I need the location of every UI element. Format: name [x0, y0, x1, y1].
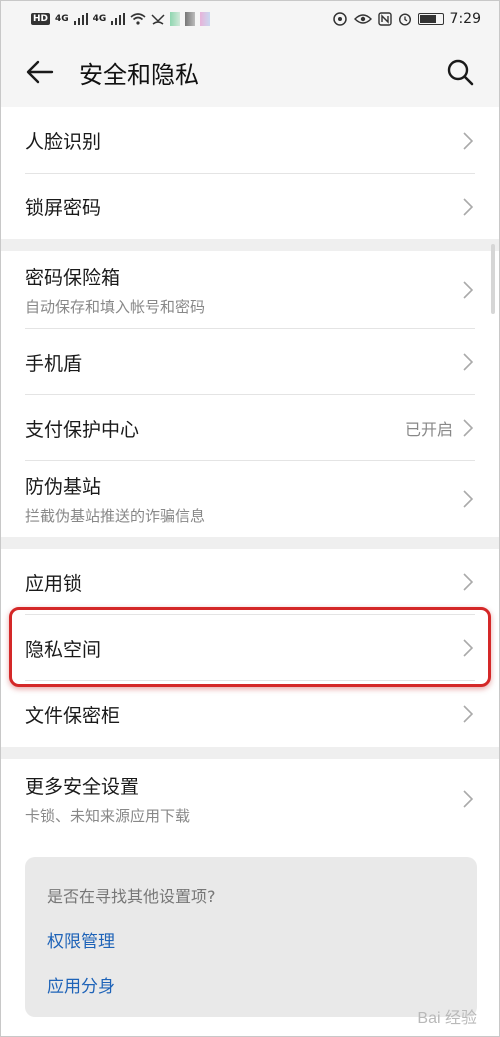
row-file-safe[interactable]: 文件保密柜 — [1, 681, 499, 747]
blurred-notification-icon-3 — [200, 12, 211, 26]
missed-call-icon — [151, 14, 165, 25]
eye-comfort-icon — [332, 12, 347, 26]
chevron-right-icon — [461, 197, 475, 217]
battery-icon — [417, 13, 444, 25]
row-more-security-settings[interactable]: 更多安全设置 卡锁、未知来源应用下载 — [1, 759, 499, 839]
search-icon[interactable] — [445, 57, 475, 87]
hd-indicator: HD — [31, 13, 51, 25]
chevron-right-icon — [461, 704, 475, 724]
chevron-right-icon — [461, 572, 475, 592]
nfc-icon — [377, 12, 392, 26]
row-subtitle: 拦截伪基站推送的诈骗信息 — [25, 507, 206, 525]
settings-group-biometrics: 人脸识别 锁屏密码 — [1, 107, 499, 239]
signal-icon-2 — [111, 13, 126, 25]
blurred-notification-icon — [170, 12, 181, 26]
row-app-lock[interactable]: 应用锁 — [1, 549, 499, 615]
chevron-right-icon — [461, 352, 475, 372]
scrollbar[interactable] — [491, 244, 495, 314]
status-bar: HD 4G 4G 7:29 — [1, 1, 499, 37]
link-app-twin[interactable]: 应用分身 — [47, 972, 455, 997]
chevron-right-icon — [461, 280, 475, 300]
phone-screen: HD 4G 4G 7:29 安全和隐私 人脸识别 锁屏密码 密码保险箱 自动保存… — [0, 0, 500, 1037]
row-label: 锁屏密码 — [25, 197, 102, 219]
row-label: 手机盾 — [25, 352, 83, 375]
row-payment-protection[interactable]: 支付保护中心 已开启 — [1, 395, 499, 461]
suggestion-question: 是否在寻找其他设置项? — [47, 887, 216, 906]
settings-group-security: 密码保险箱 自动保存和填入帐号和密码 手机盾 支付保护中心 已开启 防伪基站 拦… — [1, 251, 499, 537]
row-subtitle: 卡锁、未知来源应用下载 — [25, 807, 191, 825]
row-label: 密码保险箱 — [25, 267, 121, 289]
row-face-recognition[interactable]: 人脸识别 — [1, 107, 499, 174]
row-label: 文件保密柜 — [25, 704, 121, 727]
row-label: 防伪基站 — [25, 476, 102, 498]
row-label: 应用锁 — [25, 572, 83, 595]
app-header: 安全和隐私 — [1, 37, 499, 107]
chevron-right-icon — [461, 418, 475, 438]
row-label: 更多安全设置 — [25, 776, 140, 798]
row-lock-screen-password[interactable]: 锁屏密码 — [1, 174, 499, 239]
network-4g-indicator: 4G — [55, 14, 69, 24]
signal-icon — [73, 13, 88, 25]
row-fake-base-station[interactable]: 防伪基站 拦截伪基站推送的诈骗信息 — [1, 461, 499, 537]
chevron-right-icon — [461, 489, 475, 509]
eye-icon — [353, 14, 372, 24]
row-phone-shield[interactable]: 手机盾 — [1, 329, 499, 395]
row-label: 人脸识别 — [25, 131, 102, 153]
page-title: 安全和隐私 — [79, 60, 199, 89]
link-permission-management[interactable]: 权限管理 — [47, 927, 455, 952]
alarm-icon — [398, 13, 411, 26]
row-password-vault[interactable]: 密码保险箱 自动保存和填入帐号和密码 — [1, 251, 499, 329]
network-4g-indicator-2: 4G — [92, 14, 107, 24]
wifi-icon — [130, 13, 146, 25]
blurred-notification-icon-2 — [185, 12, 196, 26]
clock-time: 7:29 — [449, 11, 481, 27]
highlight-annotation — [9, 607, 491, 687]
row-label: 支付保护中心 — [25, 418, 140, 441]
chevron-right-icon — [461, 131, 475, 151]
watermark-logo: Bai 经验 — [417, 1010, 477, 1027]
suggestion-box: 是否在寻找其他设置项? 权限管理 应用分身 — [25, 857, 477, 1017]
status-text: 已开启 — [404, 420, 453, 439]
row-subtitle: 自动保存和填入帐号和密码 — [25, 298, 206, 316]
chevron-right-icon — [461, 789, 475, 809]
back-arrow-icon[interactable] — [25, 57, 55, 87]
